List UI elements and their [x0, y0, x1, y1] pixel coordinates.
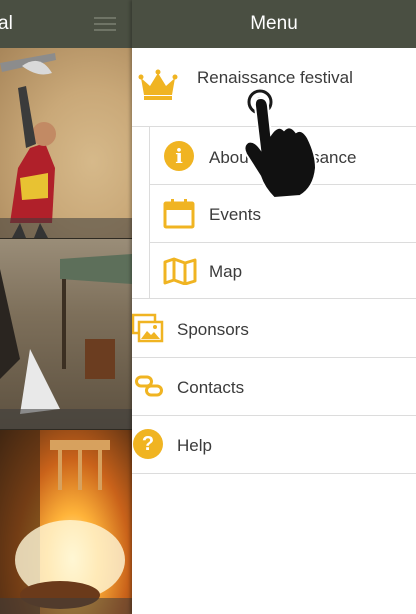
- menu-item-contacts[interactable]: Contacts: [132, 358, 416, 415]
- menu-item-map[interactable]: Map: [132, 243, 416, 298]
- info-icon: i: [164, 141, 194, 171]
- background-app-screen: al: [0, 0, 132, 614]
- drawer-header: Menu: [132, 0, 416, 48]
- menu-item-label: Help: [177, 436, 212, 455]
- menu-item-label: Contacts: [177, 378, 245, 397]
- tap-hand-icon: [243, 89, 318, 200]
- fire-photo-tile[interactable]: [0, 430, 132, 614]
- knight-photo: [0, 53, 56, 238]
- map-icon: [163, 257, 197, 285]
- tents-photo: [0, 254, 132, 414]
- background-app-header: al: [0, 0, 132, 48]
- menu-item-label: Map: [209, 262, 243, 281]
- tents-photo-tile[interactable]: [0, 239, 132, 429]
- calendar-icon: [163, 197, 195, 229]
- crown-icon: [138, 68, 178, 102]
- pictures-icon: [132, 313, 164, 343]
- menu-item-label: Sponsors: [177, 320, 249, 339]
- link-icon: [135, 375, 163, 397]
- menu-item-help[interactable]: ? Help: [132, 416, 416, 473]
- knight-photo-tile[interactable]: [0, 48, 132, 238]
- menu-item-label: Events: [209, 205, 261, 224]
- hamburger-menu-icon[interactable]: [94, 17, 116, 31]
- menu-item-sponsors[interactable]: Sponsors: [132, 299, 416, 357]
- fire-photo: [0, 430, 125, 614]
- help-icon: ?: [133, 429, 163, 459]
- drawer-title: Menu: [250, 13, 298, 34]
- background-app-title: al: [0, 13, 13, 34]
